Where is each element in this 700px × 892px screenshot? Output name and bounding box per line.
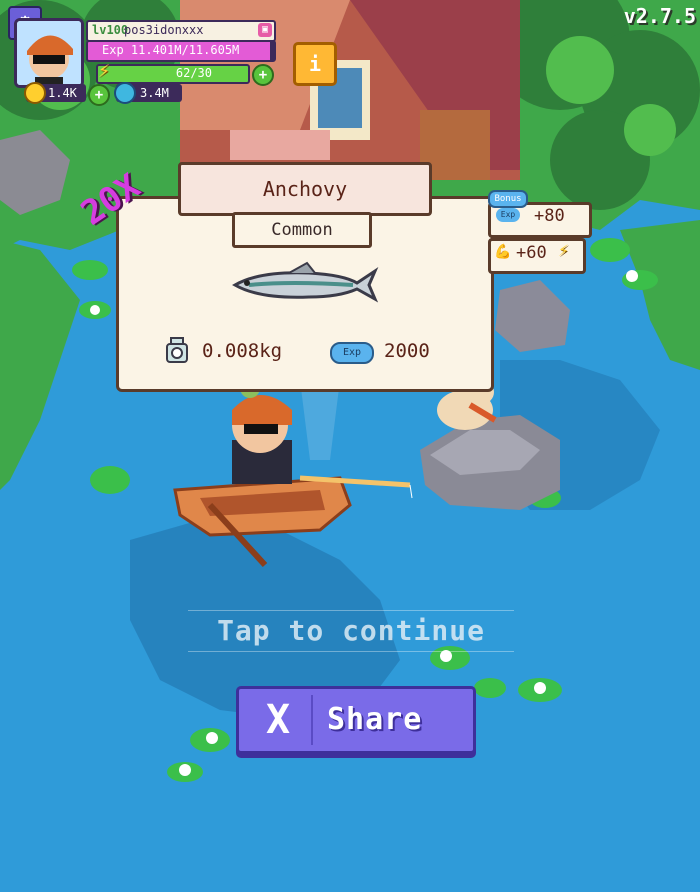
- anchovy-fish-icon: [232, 261, 379, 303]
- coin-icon: [24, 82, 46, 104]
- coin-amount: 1.4K: [48, 86, 77, 100]
- bonus-energy-value: +60: [516, 243, 547, 263]
- player-hud: ⚙ lv100 pos3idonxxx ▣ Exp 11.401M/11.605…: [0, 0, 290, 110]
- fish-name-banner: Anchovy: [178, 162, 432, 216]
- bonus-exp-badge: Exp: [496, 208, 520, 222]
- tap-to-continue-prompt[interactable]: Tap to continue: [188, 610, 514, 652]
- exp-progress-text: Exp 11.401M/11.605M: [102, 43, 240, 57]
- version-label: v2.7.5: [623, 4, 696, 28]
- scene-background: [0, 0, 700, 892]
- player-level: lv100: [92, 23, 129, 37]
- flexed-arm-icon: 💪: [494, 244, 512, 260]
- profile-card-icon[interactable]: ▣: [258, 23, 272, 37]
- energy-text: 62/30: [175, 66, 212, 80]
- gem-counter: 3.4M: [114, 82, 182, 104]
- energy-bolt-icon: ⚡: [98, 58, 111, 82]
- exp-reward-badge: Exp: [330, 342, 374, 364]
- bonus-energy-bolt-icon: ⚡: [558, 240, 569, 261]
- level-name-bar: lv100 pos3idonxxx ▣: [86, 20, 276, 42]
- coin-counter: 1.4K: [24, 82, 86, 104]
- gem-amount: 3.4M: [140, 86, 169, 100]
- add-energy-button[interactable]: +: [252, 64, 274, 86]
- share-label: Share: [327, 702, 423, 737]
- exp-progress-bar: Exp 11.401M/11.605M: [86, 40, 276, 62]
- bonus-exp-value: +80: [534, 206, 565, 226]
- share-button[interactable]: X Share: [236, 686, 476, 754]
- fish-weight: 0.008kg: [202, 340, 283, 362]
- game-scene[interactable]: [0, 0, 700, 892]
- gem-icon: [114, 82, 136, 104]
- avatar-portrait-icon: [17, 21, 81, 85]
- energy-fill: [98, 66, 248, 82]
- bonus-tag: Bonus: [488, 190, 528, 208]
- info-button[interactable]: i: [293, 42, 337, 86]
- fish-name: Anchovy: [262, 177, 348, 201]
- exp-reward-value: 2000: [384, 340, 430, 362]
- x-logo-icon: X: [265, 697, 291, 743]
- energy-bar: 62/30: [96, 64, 250, 84]
- weight-scale-icon: [166, 337, 188, 363]
- add-coins-button[interactable]: +: [88, 84, 110, 106]
- share-divider: [311, 695, 313, 745]
- fish-rarity: Common: [271, 220, 333, 240]
- player-avatar[interactable]: [14, 18, 84, 88]
- fish-rarity-badge: Common: [232, 212, 372, 248]
- player-username: pos3idonxxx: [124, 23, 204, 37]
